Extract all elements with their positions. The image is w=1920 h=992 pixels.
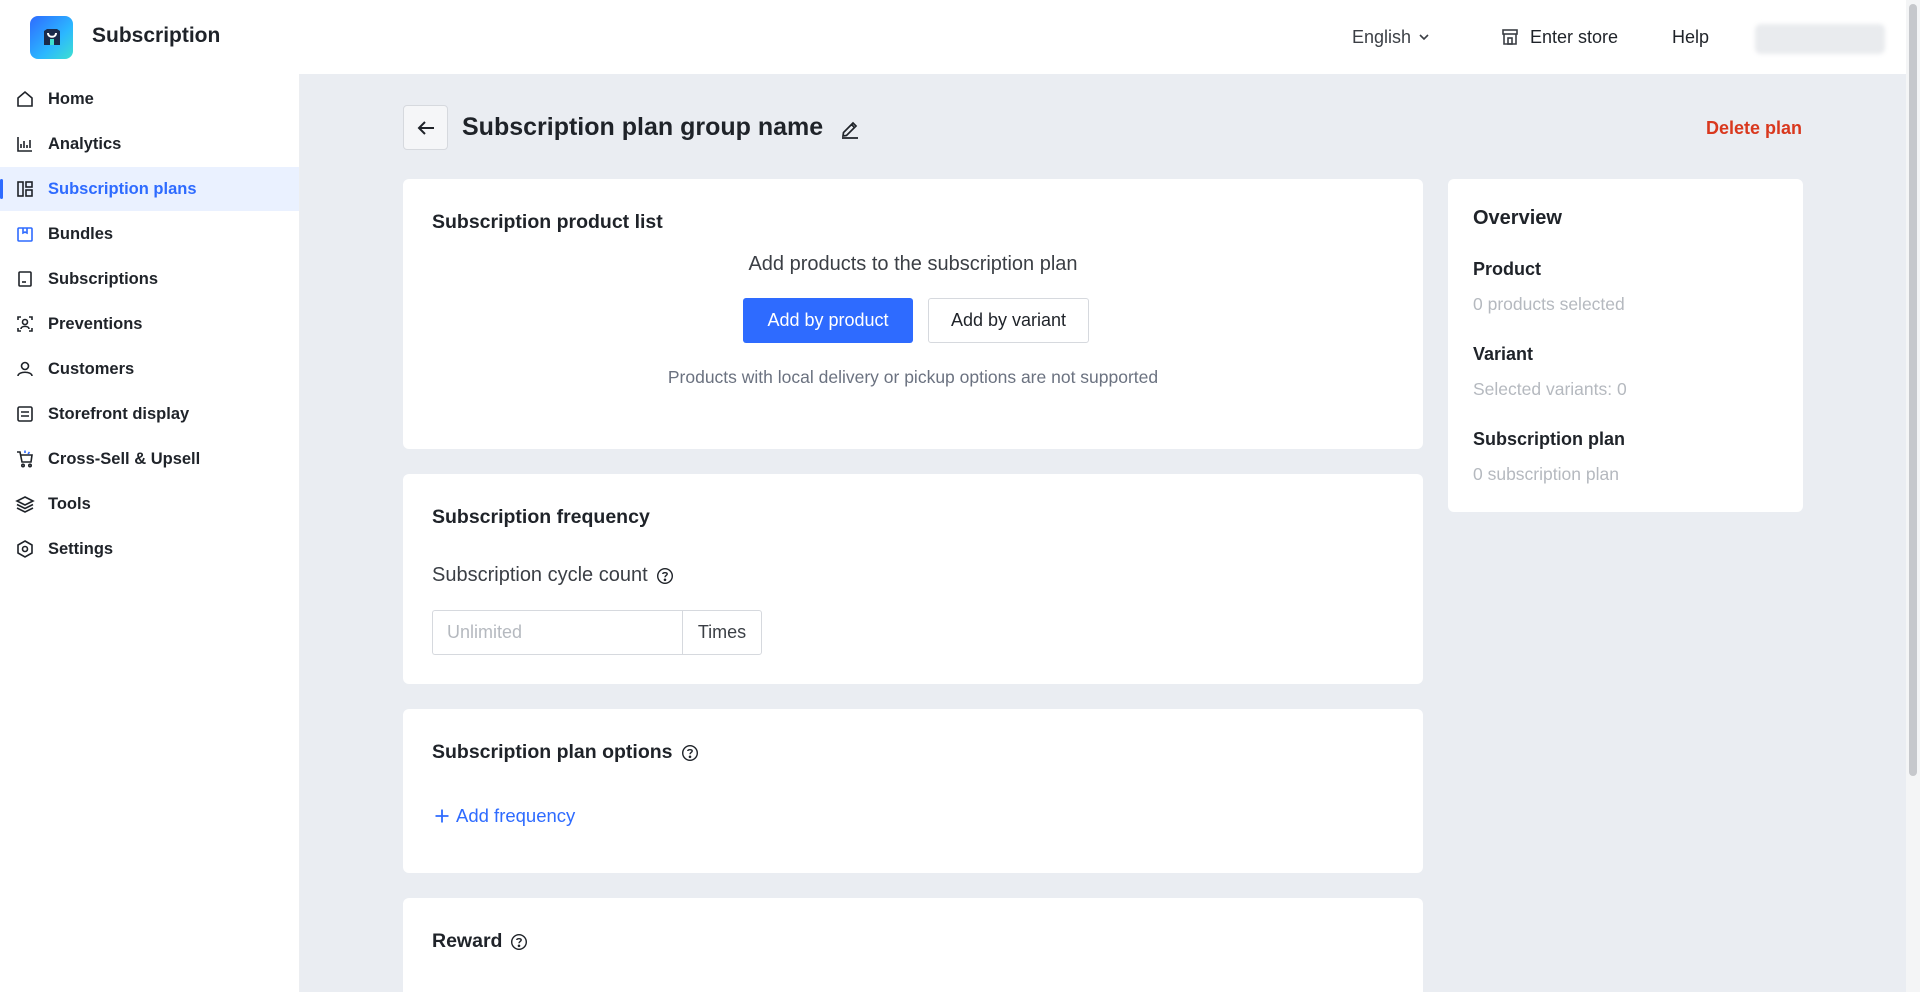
sidebar-item-cross-sell-upsell[interactable]: Cross-Sell & Upsell [0, 437, 299, 481]
sidebar-item-bundles[interactable]: Bundles [0, 212, 299, 256]
product-list-subtitle: Add products to the subscription plan [748, 253, 1078, 275]
sidebar-item-label: Storefront display [48, 404, 190, 423]
account-menu[interactable] [1755, 24, 1885, 54]
page-scrollbar[interactable] [1906, 0, 1920, 992]
home-icon [14, 88, 36, 110]
plus-icon [434, 808, 450, 824]
reward-title-text: Reward [432, 930, 503, 952]
sidebar-item-label: Home [48, 89, 94, 108]
sidebar: Home Analytics Subscription plans Bundle… [0, 74, 300, 992]
enter-store-label: Enter store [1530, 26, 1619, 47]
overview-product-label: Product [1473, 259, 1542, 279]
page-title: Subscription plan group name [462, 113, 824, 141]
sidebar-item-label: Tools [48, 494, 91, 513]
sidebar-item-subscription-plans[interactable]: Subscription plans [0, 167, 299, 211]
sidebar-item-subscriptions[interactable]: Subscriptions [0, 257, 299, 301]
sidebar-item-label: Bundles [48, 224, 114, 243]
cart-icon [14, 448, 36, 470]
frequency-title: Subscription frequency [432, 506, 650, 528]
overview-variant-value: Selected variants: 0 [1473, 379, 1627, 399]
sidebar-item-label: Analytics [48, 134, 122, 153]
enter-store-link[interactable]: Enter store [1500, 0, 1618, 74]
back-button[interactable] [403, 105, 448, 150]
sidebar-item-home[interactable]: Home [0, 77, 299, 121]
app-title: Subscription [92, 24, 221, 47]
sidebar-item-label: Preventions [48, 314, 143, 333]
add-frequency-label: Add frequency [456, 805, 576, 826]
sidebar-item-label: Subscriptions [48, 269, 159, 288]
overview-plan-label: Subscription plan [1473, 429, 1626, 449]
plan-options-title: Subscription plan options [432, 741, 699, 764]
add-by-variant-button[interactable]: Add by variant [928, 298, 1089, 343]
help-link[interactable]: Help [1672, 0, 1709, 74]
app-logo-icon[interactable] [30, 16, 73, 59]
overview-plan-value: 0 subscription plan [1473, 464, 1619, 484]
reward-title: Reward [432, 930, 528, 953]
help-label: Help [1672, 26, 1710, 47]
document-icon [14, 268, 36, 290]
overview-card: Overview Product 0 products selected Var… [1448, 179, 1803, 512]
overview-product-value: 0 products selected [1473, 294, 1625, 314]
plan-options-card: Subscription plan options Add frequency [403, 709, 1423, 873]
cycle-count-label-text: Subscription cycle count [432, 564, 648, 586]
cycle-count-suffix: Times [682, 610, 762, 655]
sidebar-item-label: Customers [48, 359, 135, 378]
display-icon [14, 403, 36, 425]
user-icon [14, 358, 36, 380]
sidebar-item-settings[interactable]: Settings [0, 527, 299, 571]
arrow-left-icon [417, 120, 434, 135]
frequency-card: Subscription frequency Subscription cycl… [403, 474, 1423, 684]
product-list-card: Subscription product list Add products t… [403, 179, 1423, 449]
help-circle-icon[interactable] [510, 933, 528, 951]
add-by-product-button[interactable]: Add by product [743, 298, 913, 343]
sidebar-item-label: Settings [48, 539, 114, 558]
plan-options-title-text: Subscription plan options [432, 741, 673, 763]
delete-plan-button[interactable]: Delete plan [1706, 118, 1802, 139]
language-label: English [1352, 26, 1412, 47]
store-icon [1502, 29, 1518, 45]
chevron-down-icon [1417, 30, 1431, 44]
cycle-count-label: Subscription cycle count [432, 564, 674, 587]
overview-variant-label: Variant [1473, 344, 1534, 364]
bundle-icon [14, 223, 36, 245]
help-circle-icon[interactable] [681, 744, 699, 762]
sidebar-item-preventions[interactable]: Preventions [0, 302, 299, 346]
cycle-count-input[interactable] [432, 610, 682, 655]
sidebar-item-tools[interactable]: Tools [0, 482, 299, 526]
user-shield-icon [14, 313, 36, 335]
reward-card: Reward [403, 898, 1423, 992]
product-list-title: Subscription product list [432, 211, 663, 233]
settings-icon [14, 538, 36, 560]
main-content: Subscription plan group name Delete plan… [300, 74, 1906, 992]
product-list-note: Products with local delivery or pickup o… [667, 367, 1159, 387]
analytics-icon [14, 133, 36, 155]
help-circle-icon[interactable] [656, 567, 674, 585]
plans-icon [14, 178, 36, 200]
sidebar-item-analytics[interactable]: Analytics [0, 122, 299, 166]
add-frequency-button[interactable]: Add frequency [434, 805, 575, 827]
edit-title-icon[interactable] [838, 117, 862, 141]
sidebar-item-label: Cross-Sell & Upsell [48, 449, 201, 468]
sidebar-item-customers[interactable]: Customers [0, 347, 299, 391]
layers-icon [14, 493, 36, 515]
language-selector[interactable]: English [1352, 0, 1431, 74]
top-bar: Subscription English Enter store Help [0, 0, 1906, 74]
overview-title: Overview [1473, 207, 1562, 229]
scrollbar-thumb[interactable] [1909, 4, 1917, 776]
sidebar-item-storefront-display[interactable]: Storefront display [0, 392, 299, 436]
sidebar-item-label: Subscription plans [48, 179, 197, 198]
